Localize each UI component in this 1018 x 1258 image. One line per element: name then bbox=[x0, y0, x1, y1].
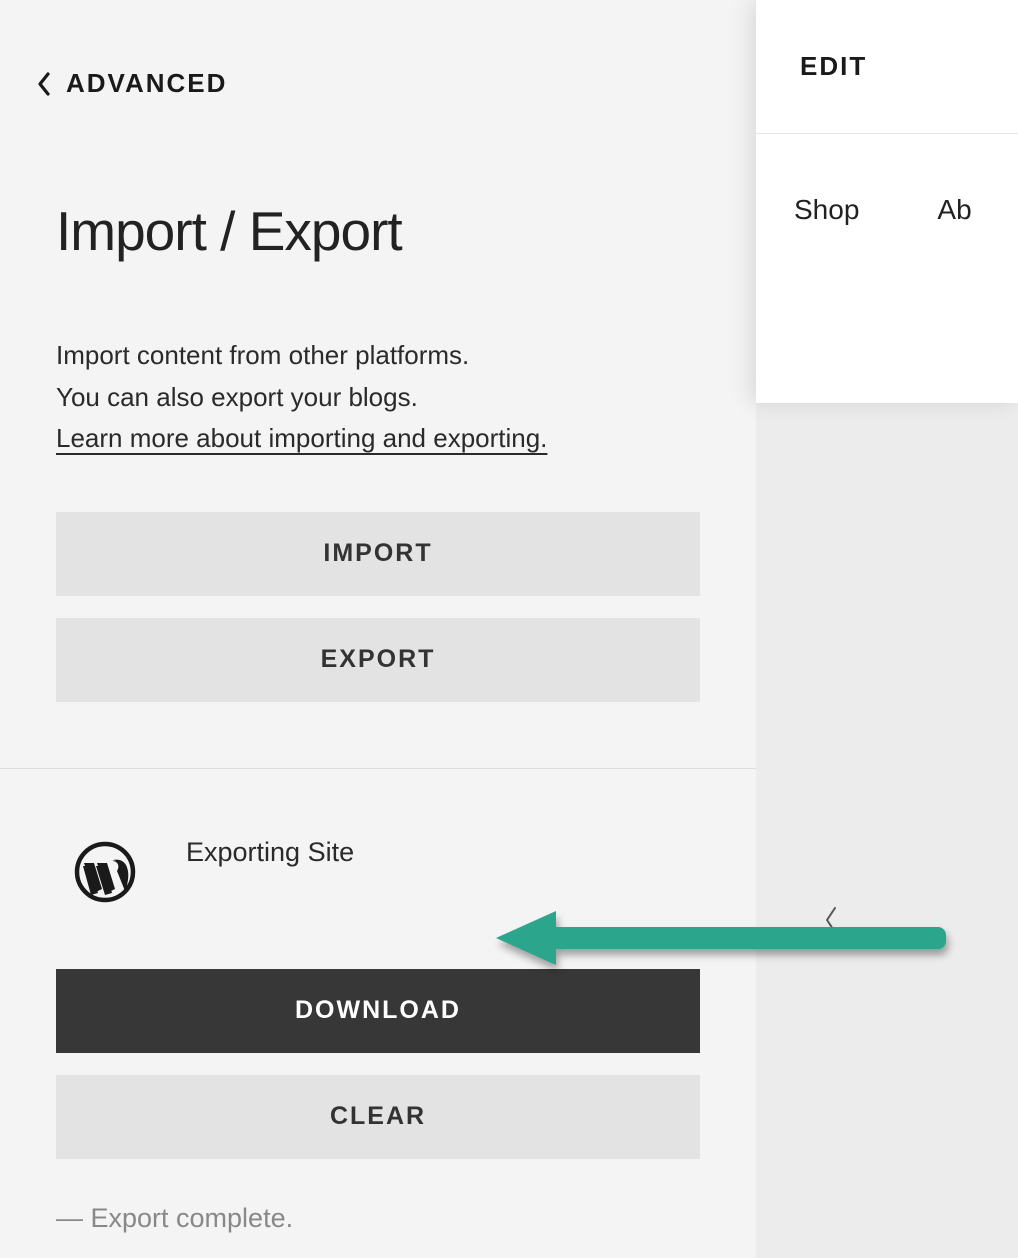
clear-button[interactable]: CLEAR bbox=[56, 1075, 700, 1159]
preview-panel: EDIT Shop Ab bbox=[756, 0, 1018, 1258]
download-button[interactable]: DOWNLOAD bbox=[56, 969, 700, 1053]
export-title: Exporting Site bbox=[186, 837, 354, 868]
export-status: — Export complete. bbox=[56, 1203, 700, 1234]
learn-more-link[interactable]: Learn more about importing and exporting… bbox=[56, 418, 756, 460]
edit-button[interactable]: EDIT bbox=[800, 51, 867, 82]
settings-panel: ADVANCED Import / Export Import content … bbox=[0, 0, 756, 1258]
back-label: ADVANCED bbox=[66, 68, 227, 99]
export-button[interactable]: EXPORT bbox=[56, 618, 700, 702]
chevron-left-icon[interactable] bbox=[822, 904, 840, 941]
chevron-left-icon bbox=[36, 71, 52, 97]
wordpress-icon bbox=[74, 841, 136, 903]
preview-frame: EDIT Shop Ab bbox=[756, 0, 1018, 403]
nav-item-about[interactable]: Ab bbox=[937, 194, 971, 226]
description-line: You can also export your blogs. bbox=[56, 377, 756, 419]
page-title: Import / Export bbox=[56, 199, 756, 263]
export-section: Exporting Site DOWNLOAD CLEAR — Export c… bbox=[0, 769, 756, 1234]
description-line: Import content from other platforms. bbox=[56, 335, 756, 377]
import-button[interactable]: IMPORT bbox=[56, 512, 700, 596]
nav-item-shop[interactable]: Shop bbox=[794, 194, 859, 226]
preview-nav: Shop Ab bbox=[756, 134, 1018, 226]
back-button[interactable]: ADVANCED bbox=[0, 0, 756, 99]
edit-bar: EDIT bbox=[756, 0, 1018, 134]
description-block: Import content from other platforms. You… bbox=[56, 335, 756, 460]
